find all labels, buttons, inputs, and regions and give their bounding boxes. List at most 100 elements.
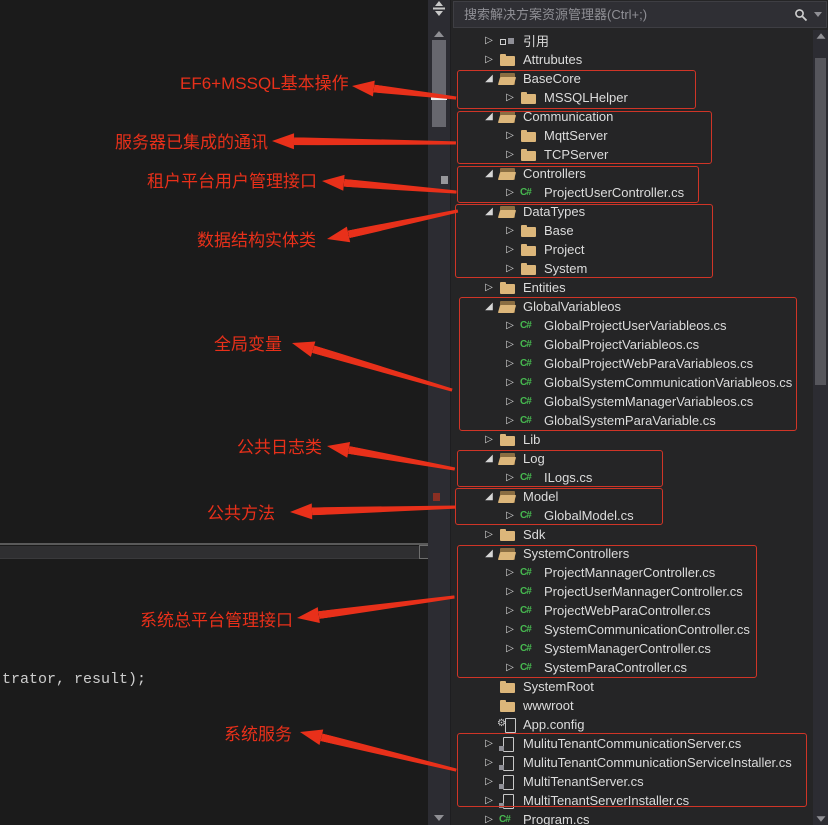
expander-icon[interactable]: ▷: [502, 601, 518, 620]
code-editor[interactable]: trator, result);: [0, 0, 428, 825]
scroll-down-icon[interactable]: [434, 815, 444, 821]
tree-item[interactable]: ◢ BaseCore: [451, 69, 814, 88]
editor-splitter-bar[interactable]: [0, 546, 428, 559]
tree-item[interactable]: ▷ MulituTenantCommunicationServer.cs: [451, 734, 814, 753]
tree-scrollbar[interactable]: [813, 30, 828, 825]
expander-icon[interactable]: ◢: [481, 202, 497, 221]
expander-icon[interactable]: ▷: [502, 88, 518, 107]
expander-icon[interactable]: ▷: [502, 620, 518, 639]
csharp-icon: [518, 563, 540, 582]
expander-icon[interactable]: ▷: [502, 392, 518, 411]
tree-item-label: ProjectMannagerController.cs: [544, 565, 715, 580]
annotation-label-communication: 服务器已集成的通讯: [115, 128, 268, 153]
tree-item[interactable]: ▷ 引用: [451, 31, 814, 50]
expander-icon[interactable]: ▷: [481, 278, 497, 297]
scroll-up-icon[interactable]: [434, 31, 444, 37]
search-input[interactable]: [462, 6, 794, 23]
editor-scrollbar[interactable]: [428, 0, 450, 825]
tree-item[interactable]: ◢ Log: [451, 449, 814, 468]
expander-icon[interactable]: ▷: [502, 411, 518, 430]
expander-icon[interactable]: ▷: [481, 810, 497, 825]
tree-item[interactable]: ▷ ProjectUserMannagerController.cs: [451, 582, 814, 601]
tree-item[interactable]: ▷ Project: [451, 240, 814, 259]
search-box[interactable]: [453, 1, 827, 28]
expander-icon[interactable]: ▷: [502, 468, 518, 487]
expander-icon[interactable]: ▷: [502, 183, 518, 202]
expander-icon[interactable]: ◢: [481, 544, 497, 563]
tree-item[interactable]: ▷ MSSQLHelper: [451, 88, 814, 107]
search-icon[interactable]: [794, 8, 808, 22]
tree-item[interactable]: ▷ Base: [451, 221, 814, 240]
tree-item[interactable]: ▷ Sdk: [451, 525, 814, 544]
tree-item[interactable]: ▷ Attrubutes: [451, 50, 814, 69]
expander-icon[interactable]: ▷: [502, 335, 518, 354]
expander-icon[interactable]: ▷: [502, 259, 518, 278]
tree-item[interactable]: ▷ GlobalModel.cs: [451, 506, 814, 525]
scroll-up-icon[interactable]: [817, 33, 826, 38]
expander-icon[interactable]: ▷: [481, 772, 497, 791]
tree-item[interactable]: ◢ GlobalVariableos: [451, 297, 814, 316]
search-options-chevron-icon[interactable]: [814, 12, 822, 17]
tree-item[interactable]: ◢ SystemControllers: [451, 544, 814, 563]
split-window-icon[interactable]: [432, 1, 446, 16]
expander-icon[interactable]: ▷: [502, 582, 518, 601]
tree-item[interactable]: App.config: [451, 715, 814, 734]
tree-item[interactable]: ◢ Communication: [451, 107, 814, 126]
expander-icon[interactable]: ▷: [502, 316, 518, 335]
tree-item[interactable]: ▷ SystemParaController.cs: [451, 658, 814, 677]
expander-icon[interactable]: ▷: [502, 563, 518, 582]
tree-item[interactable]: SystemRoot: [451, 677, 814, 696]
expander-icon[interactable]: ▷: [502, 373, 518, 392]
expander-icon[interactable]: ◢: [481, 297, 497, 316]
tree-item[interactable]: wwwroot: [451, 696, 814, 715]
expander-icon[interactable]: ▷: [481, 753, 497, 772]
expander-icon[interactable]: ▷: [502, 506, 518, 525]
expander-icon[interactable]: ◢: [481, 107, 497, 126]
tree-item[interactable]: ▷ GlobalProjectUserVariableos.cs: [451, 316, 814, 335]
scrollbar-thumb[interactable]: [432, 40, 446, 127]
scrollbar-thumb[interactable]: [815, 58, 826, 385]
tree-item[interactable]: ▷ MqttServer: [451, 126, 814, 145]
tree-item[interactable]: ▷ Lib: [451, 430, 814, 449]
tree-item[interactable]: ◢ Controllers: [451, 164, 814, 183]
expander-icon[interactable]: ▷: [481, 734, 497, 753]
expander-icon[interactable]: ▷: [502, 658, 518, 677]
expander-icon[interactable]: ▷: [502, 354, 518, 373]
tree-item[interactable]: ▷ MultiTenantServer.cs: [451, 772, 814, 791]
expander-icon[interactable]: ▷: [481, 50, 497, 69]
tree-item[interactable]: ▷ ILogs.cs: [451, 468, 814, 487]
tree-item[interactable]: ◢ Model: [451, 487, 814, 506]
tree-item-label: SystemManagerController.cs: [544, 641, 711, 656]
expander-icon[interactable]: ◢: [481, 164, 497, 183]
tree-item[interactable]: ▷ ProjectWebParaController.cs: [451, 601, 814, 620]
expander-icon[interactable]: ▷: [502, 145, 518, 164]
tree-item[interactable]: ▷ GlobalProjectWebParaVariableos.cs: [451, 354, 814, 373]
expander-icon[interactable]: ▷: [481, 791, 497, 810]
expander-icon[interactable]: ◢: [481, 69, 497, 88]
tree-item[interactable]: ▷ Entities: [451, 278, 814, 297]
expander-icon[interactable]: ▷: [502, 240, 518, 259]
expander-icon[interactable]: ▷: [502, 221, 518, 240]
tree-item[interactable]: ▷ Program.cs: [451, 810, 814, 825]
tree-item[interactable]: ▷ TCPServer: [451, 145, 814, 164]
expander-icon[interactable]: ▷: [502, 126, 518, 145]
tree-item[interactable]: ▷ MultiTenantServerInstaller.cs: [451, 791, 814, 810]
tree-item[interactable]: ▷ SystemManagerController.cs: [451, 639, 814, 658]
tree-item[interactable]: ▷ SystemCommunicationController.cs: [451, 620, 814, 639]
tree-item[interactable]: ▷ GlobalSystemParaVariable.cs: [451, 411, 814, 430]
expander-icon[interactable]: ◢: [481, 487, 497, 506]
tree-item[interactable]: ▷ MulituTenantCommunicationServiceInstal…: [451, 753, 814, 772]
expander-icon[interactable]: ▷: [481, 430, 497, 449]
tree-item[interactable]: ◢ DataTypes: [451, 202, 814, 221]
expander-icon[interactable]: ▷: [481, 525, 497, 544]
tree-item[interactable]: ▷ GlobalSystemManagerVariableos.cs: [451, 392, 814, 411]
tree-item[interactable]: ▷ ProjectMannagerController.cs: [451, 563, 814, 582]
tree-item[interactable]: ▷ ProjectUserController.cs: [451, 183, 814, 202]
tree-item[interactable]: ▷ System: [451, 259, 814, 278]
expander-icon[interactable]: ◢: [481, 449, 497, 468]
tree-item[interactable]: ▷ GlobalSystemCommunicationVariableos.cs: [451, 373, 814, 392]
scroll-down-icon[interactable]: [817, 816, 826, 821]
expander-icon[interactable]: ▷: [502, 639, 518, 658]
expander-icon[interactable]: ▷: [481, 31, 497, 50]
tree-item[interactable]: ▷ GlobalProjectVariableos.cs: [451, 335, 814, 354]
